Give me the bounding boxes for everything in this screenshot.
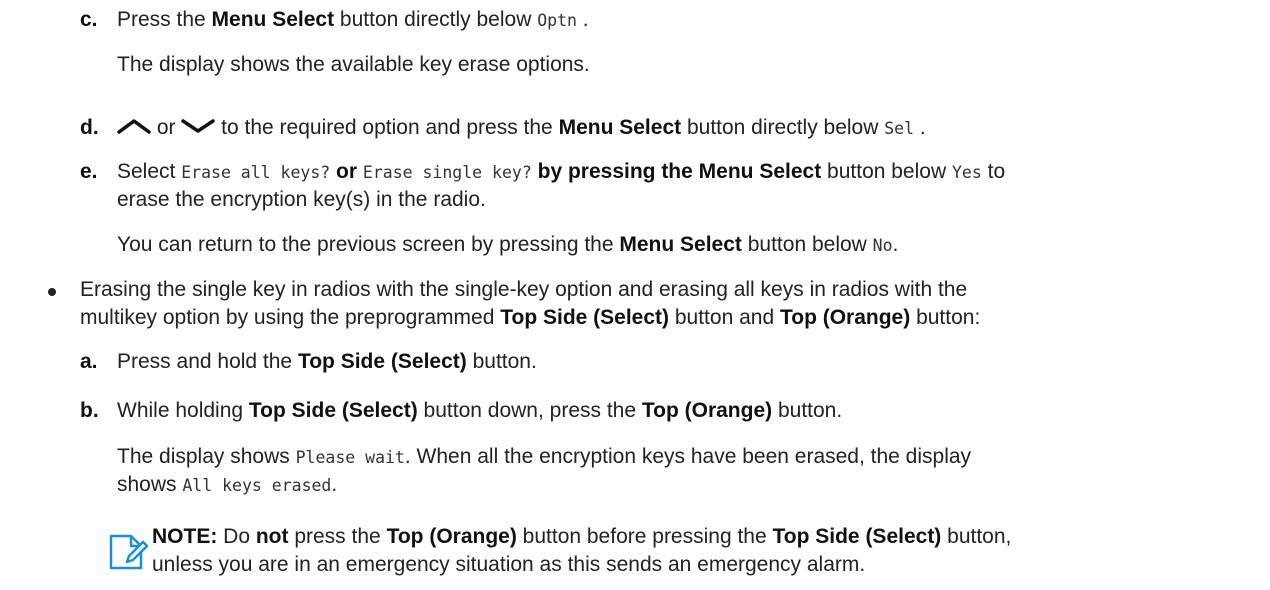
top-orange-term: Top (Orange) (779, 306, 911, 329)
step-e-return-text: You can return to the previous screen by… (117, 233, 899, 256)
top-orange-term: Top (Orange) (641, 399, 773, 422)
sub-b-text: While holding Top Side (Select) button d… (117, 399, 843, 422)
optn-softkey: Optn (537, 11, 577, 30)
step-c-label: c. (80, 8, 98, 31)
sub-a-label: a. (80, 350, 98, 373)
menu-select-term: Menu Select (558, 116, 682, 139)
chevron-down-icon (181, 114, 216, 142)
menu-select-term: Menu Select (698, 160, 822, 183)
sel-softkey: Sel (884, 119, 915, 138)
note-text-line1: NOTE: Do not press the Top (Orange) butt… (152, 525, 1012, 548)
no-softkey: No (872, 236, 893, 255)
erase-all-keys-prompt: Erase all keys? (181, 163, 331, 182)
sub-b-result-line1: The display shows Please wait. When all … (117, 445, 972, 468)
menu-select-term: Menu Select (211, 8, 335, 31)
erase-single-key-prompt: Erase single key? (362, 163, 532, 182)
top-side-select-term: Top Side (Select) (772, 525, 942, 548)
bullet-dot (48, 288, 56, 296)
bullet-text-line1: Erasing the single key in radios with th… (80, 278, 968, 301)
step-e-text-line2: erase the encryption key(s) in the radio… (117, 188, 486, 211)
yes-softkey: Yes (951, 163, 982, 182)
step-e-label: e. (80, 160, 98, 183)
note-text-line2: unless you are in an emergency situation… (152, 553, 866, 576)
note-label: NOTE: (152, 525, 218, 548)
step-c-text: Press the Menu Select button directly be… (117, 8, 589, 31)
chevron-up-icon (117, 114, 151, 142)
sub-b-result-line2: shows All keys erased. (117, 473, 338, 496)
bullet-text-line2: multikey option by using the preprogramm… (80, 306, 981, 329)
all-keys-erased-display: All keys erased (182, 476, 332, 495)
top-side-select-term: Top Side (Select) (248, 399, 418, 422)
sub-a-text: Press and hold the Top Side (Select) but… (117, 350, 537, 373)
step-e-text: Select Erase all keys? or Erase single k… (117, 160, 1006, 183)
step-d-label: d. (80, 116, 99, 139)
sub-b-label: b. (80, 399, 99, 422)
please-wait-display: Please wait (295, 448, 405, 467)
step-c-result: The display shows the available key eras… (117, 53, 590, 76)
top-side-select-term: Top Side (Select) (500, 306, 670, 329)
step-d-text: or to the required option and press the … (117, 114, 926, 143)
top-side-select-term: Top Side (Select) (297, 350, 467, 373)
top-orange-term: Top (Orange) (386, 525, 517, 548)
note-icon (107, 532, 151, 580)
menu-select-term: Menu Select (619, 233, 742, 256)
